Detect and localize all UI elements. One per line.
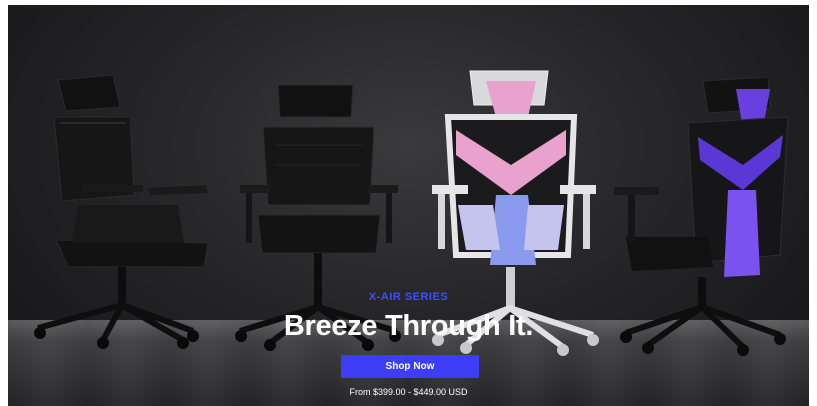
shop-now-button[interactable]: Shop Now: [341, 355, 479, 378]
chair-black-left: [34, 74, 209, 349]
series-label: X-AIR SERIES: [368, 291, 449, 303]
hero-banner[interactable]: X-AIR SERIES Breeze Through It. Shop Now…: [8, 5, 809, 406]
hero-headline: Breeze Through It.: [283, 310, 534, 342]
price-range: From $399.00 - $449.00 USD: [349, 387, 468, 397]
chairs-image: [34, 70, 789, 356]
